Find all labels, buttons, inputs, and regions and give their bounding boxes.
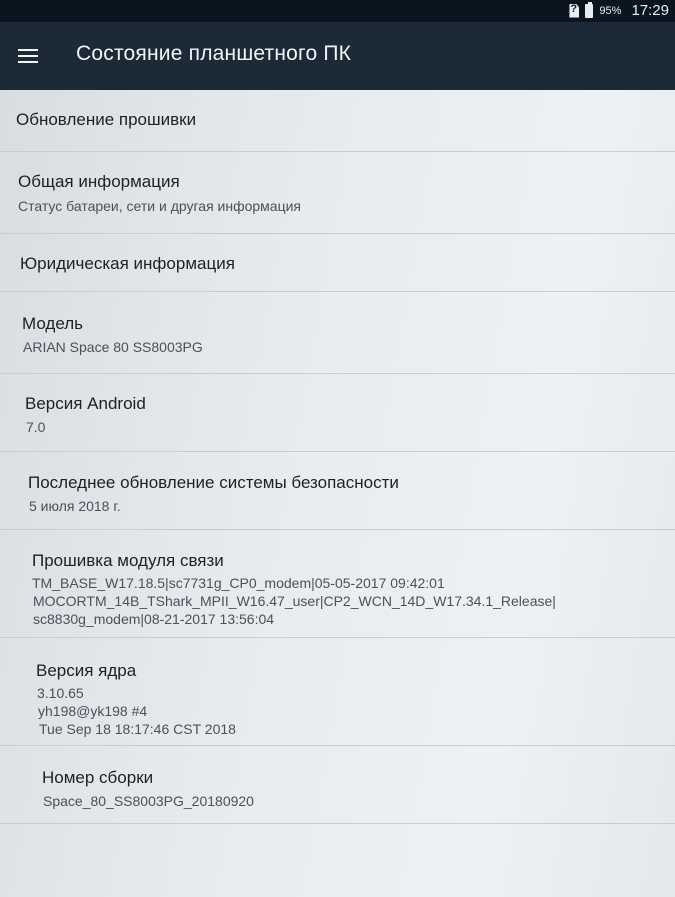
list-item-subtitle: Space_80_SS8003PG_20180920 (43, 793, 254, 809)
list-item-legal-info[interactable]: Юридическая информация (0, 234, 675, 292)
status-bar: 95% 17:29 (0, 0, 675, 22)
status-bar-icons: 95% 17:29 (569, 1, 669, 19)
list-item-title: Версия Android (25, 394, 146, 413)
list-item-title: Модель (22, 314, 84, 333)
list-item-general-info[interactable]: Общая информация Статус батареи, сети и … (0, 152, 675, 234)
list-item-firmware-update[interactable]: Обновление прошивки (0, 90, 675, 152)
hamburger-menu-icon[interactable] (18, 48, 38, 64)
list-item-line: Tue Sep 18 18:17:46 CST 2018 (39, 721, 236, 737)
list-item-line: 3.10.65 (37, 685, 84, 701)
status-clock: 17:29 (631, 2, 669, 19)
list-item-line: MOCORTM_14B_TShark_MPII_W16.47_user|CP2_… (33, 593, 556, 609)
list-item-security-patch: Последнее обновление системы безопасност… (0, 452, 675, 530)
list-item-kernel-version: Версия ядра 3.10.65 yh198@yk198 #4 Tue S… (0, 638, 675, 746)
list-item-build-number[interactable]: Номер сборки Space_80_SS8003PG_20180920 (0, 746, 675, 824)
sim-unknown-icon (569, 3, 580, 18)
list-item-title: Номер сборки (42, 768, 154, 787)
settings-list: Обновление прошивки Общая информация Ста… (0, 90, 675, 897)
list-item-title: Обновление прошивки (16, 110, 197, 129)
list-item-model: Модель ARIAN Space 80 SS8003PG (0, 292, 675, 374)
list-item-title: Версия ядра (36, 661, 137, 680)
list-item-subtitle: ARIAN Space 80 SS8003PG (23, 339, 203, 355)
list-item-subtitle: 5 июля 2018 г. (29, 498, 121, 514)
battery-percent: 95% (599, 4, 622, 17)
page-title: Состояние планшетного ПК (76, 42, 352, 65)
list-item-line: yh198@yk198 #4 (38, 703, 148, 719)
list-item-title: Общая информация (18, 172, 180, 191)
list-item-title: Юридическая информация (20, 254, 235, 273)
list-item-android-version[interactable]: Версия Android 7.0 (0, 374, 675, 452)
battery-icon (585, 1, 594, 18)
list-item-baseband-version: Прошивка модуля связи TM_BASE_W17.18.5|s… (0, 530, 675, 638)
list-item-line: TM_BASE_W17.18.5|sc7731g_CP0_modem|05-05… (32, 575, 445, 591)
list-item-subtitle: Статус батареи, сети и другая информация (18, 198, 302, 214)
list-item-title: Прошивка модуля связи (32, 551, 224, 570)
app-bar: Состояние планшетного ПК (0, 22, 675, 90)
list-item-subtitle: 7.0 (26, 419, 46, 435)
list-item-title: Последнее обновление системы безопасност… (28, 473, 399, 492)
screen: 95% 17:29 Состояние планшетного ПК Обнов… (0, 0, 675, 897)
list-item-line: sc8830g_modem|08-21-2017 13:56:04 (33, 611, 275, 627)
